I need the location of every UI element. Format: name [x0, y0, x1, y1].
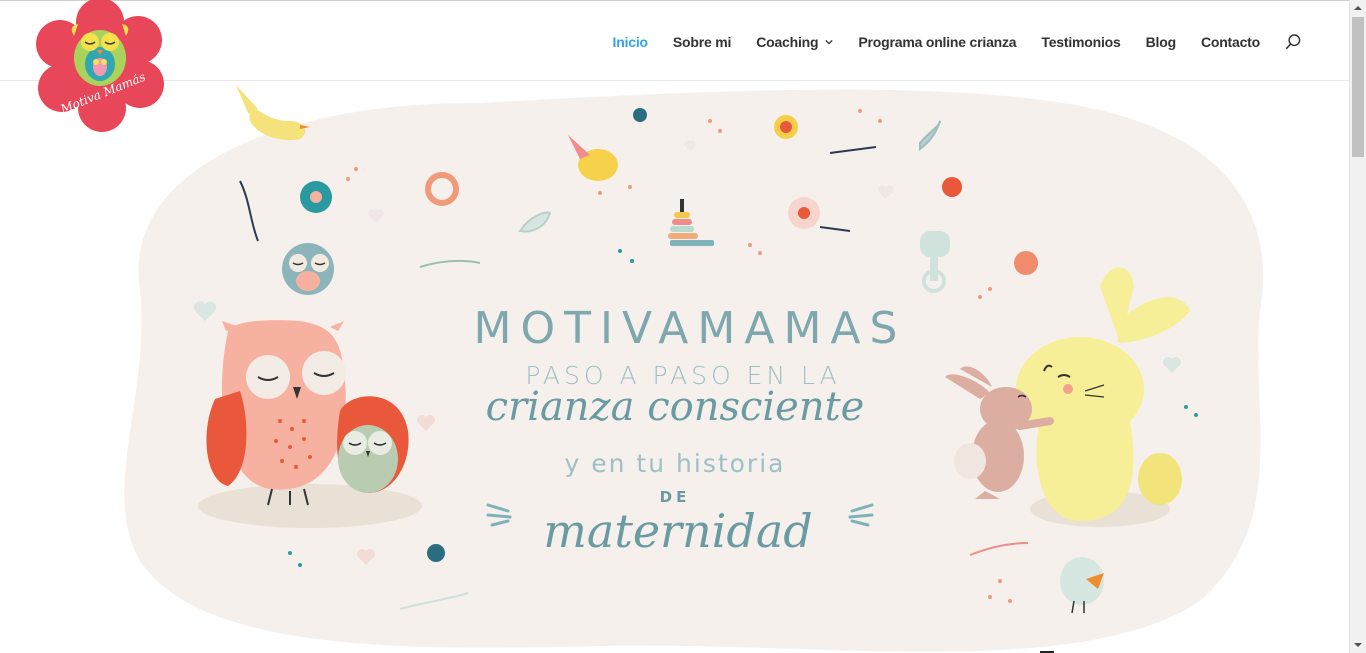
hero-script-line: crianza consciente — [485, 384, 865, 430]
chevron-down-icon — [825, 39, 834, 45]
site-logo[interactable]: Motiva Mamás — [30, 0, 170, 132]
nav-item-coaching[interactable]: Coaching — [756, 34, 834, 50]
scroll-down-arrow-icon[interactable] — [1350, 636, 1366, 653]
nav-item-inicio[interactable]: Inicio — [612, 34, 649, 50]
flower-pink — [788, 197, 820, 229]
owl-top-illustration — [282, 243, 334, 295]
nav-item-label: Programa online crianza — [858, 34, 1017, 50]
nav-item-sobre-mi[interactable]: Sobre mi — [672, 34, 732, 50]
flower-small-red — [774, 115, 798, 139]
hero-title: MOTIVAMAMAS — [473, 303, 907, 354]
vertical-scrollbar[interactable] — [1349, 0, 1366, 653]
nav-item-label: Coaching — [756, 34, 819, 50]
search-icon[interactable] — [1284, 33, 1302, 51]
nav-item-label: Blog — [1145, 34, 1177, 50]
hero-subtitle-line3: y en tu historia — [564, 449, 786, 478]
nav-item-blog[interactable]: Blog — [1145, 34, 1177, 50]
flower-coral-right — [1014, 251, 1038, 275]
flower-teal — [300, 181, 332, 213]
nav-item-label: Testimonios — [1041, 34, 1121, 50]
scroll-up-arrow-icon[interactable] — [1350, 0, 1366, 17]
nav-item-label: Sobre mi — [672, 34, 732, 50]
hero-banner: MOTIVAMAMAS PASO A PASO EN LA crianza co… — [0, 81, 1349, 653]
main-nav: Inicio Sobre mi Coaching Programa online… — [588, 33, 1302, 51]
nav-item-programa[interactable]: Programa online crianza — [858, 34, 1016, 50]
nav-item-label: Inicio — [612, 34, 649, 50]
nav-item-testimonios[interactable]: Testimonios — [1041, 34, 1120, 50]
hero-script-maternidad: maternidad — [543, 504, 813, 558]
nav-item-contacto[interactable]: Contacto — [1201, 34, 1260, 50]
owl-flower-logo-icon — [36, 0, 164, 132]
nav-item-label: Contacto — [1200, 34, 1260, 50]
bird-illustration — [236, 85, 310, 141]
scrollbar-thumb[interactable] — [1352, 17, 1364, 157]
site-header: Inicio Sobre mi Coaching Programa online… — [0, 0, 1349, 81]
